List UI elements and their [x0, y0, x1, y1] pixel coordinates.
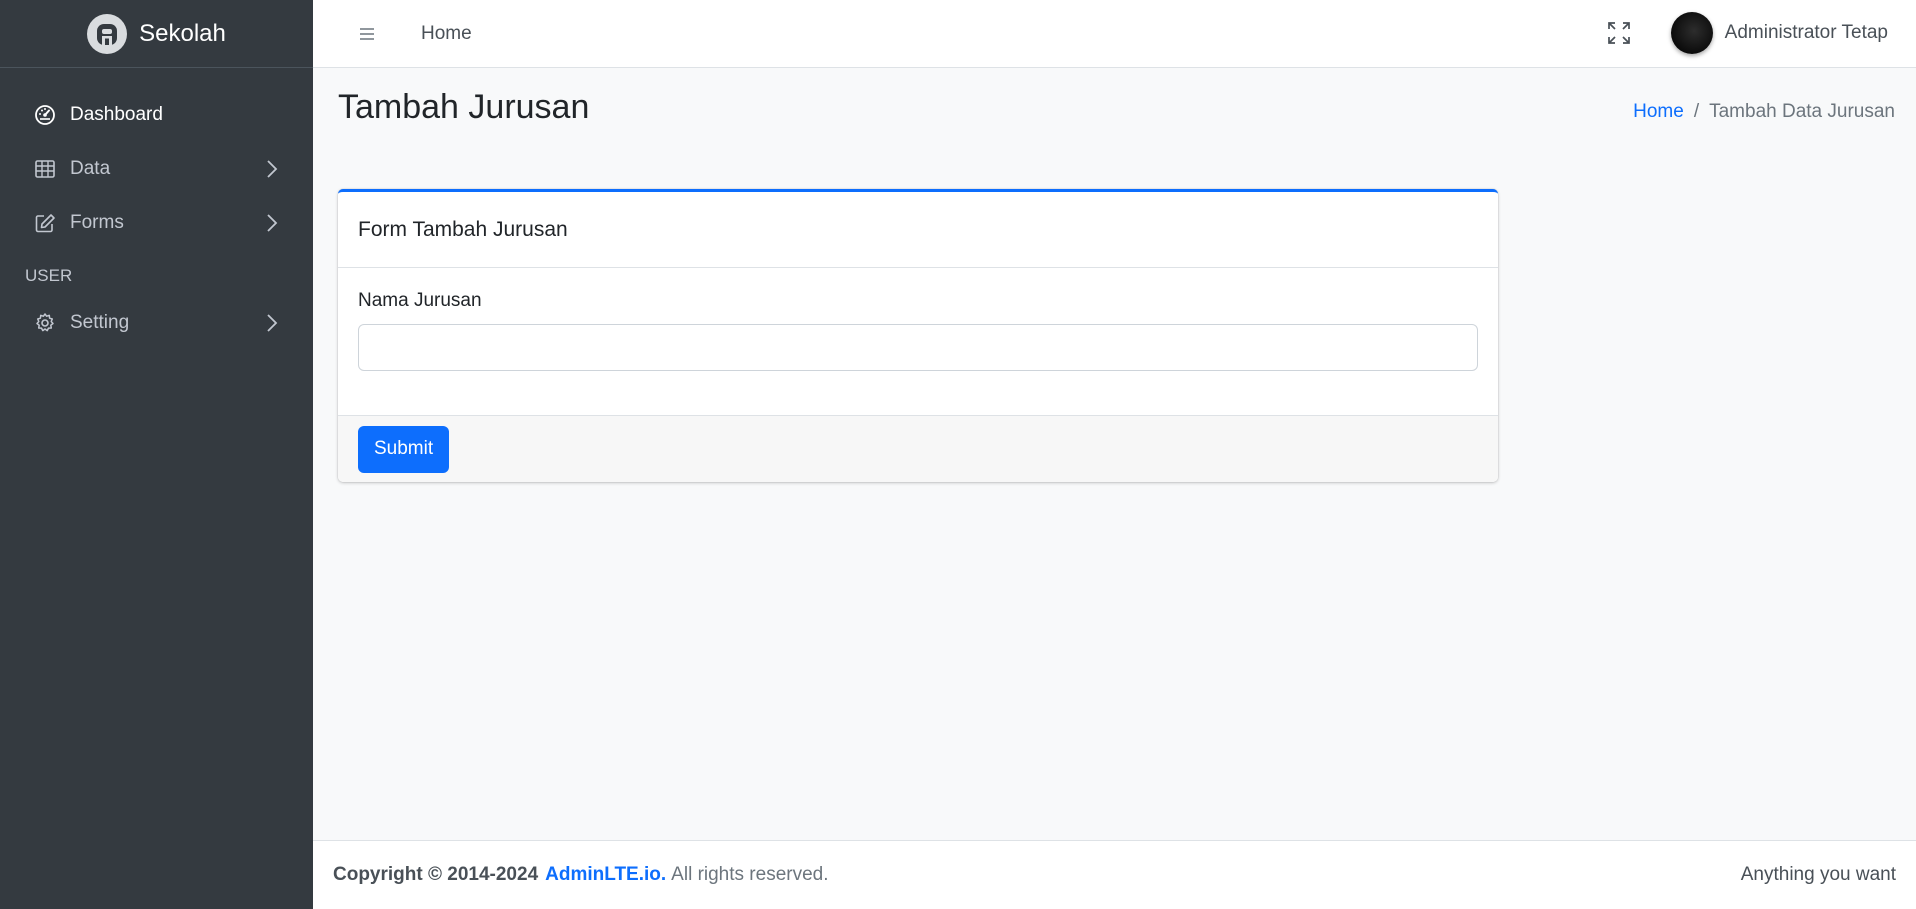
copyright-text: Copyright © 2014-2024	[333, 864, 539, 885]
sidebar-item-label: Dashboard	[70, 104, 163, 125]
form-card: Form Tambah Jurusan Nama Jurusan Submit	[338, 189, 1498, 482]
user-name: Administrator Tetap	[1724, 22, 1888, 43]
sidebar-item-dashboard[interactable]: Dashboard	[0, 88, 313, 142]
sidebar-nav: Dashboard Data Forms USER Setting	[0, 68, 313, 350]
breadcrumb-current: Tambah Data Jurusan	[1709, 101, 1895, 122]
card-body: Nama Jurusan	[338, 268, 1498, 415]
speedometer-icon	[34, 104, 56, 126]
chevron-right-icon	[267, 314, 278, 332]
nama-jurusan-label: Nama Jurusan	[358, 290, 482, 311]
sidebar-item-label: Data	[70, 158, 111, 179]
page-footer: Copyright © 2014-2024 AdminLTE.io. All r…	[313, 840, 1916, 909]
card-title: Form Tambah Jurusan	[338, 192, 1498, 268]
nama-jurusan-input[interactable]	[358, 324, 1478, 371]
hamburger-icon	[360, 27, 374, 40]
chevron-right-icon	[267, 160, 278, 178]
sidebar-item-label: Setting	[70, 312, 130, 333]
page-title: Tambah Jurusan	[338, 88, 590, 126]
rights-text: All rights reserved.	[671, 864, 829, 885]
adminlte-link[interactable]: AdminLTE.io.	[545, 864, 666, 886]
sidebar-toggle-button[interactable]	[347, 14, 387, 54]
fullscreen-icon	[1608, 22, 1630, 44]
sidebar-item-forms[interactable]: Forms	[0, 196, 313, 250]
gear-icon	[34, 312, 56, 334]
brand-link[interactable]: Sekolah	[0, 0, 313, 68]
footer-right-text: Anything you want	[1740, 864, 1896, 885]
submit-button[interactable]: Submit	[358, 425, 450, 473]
sidebar-item-setting[interactable]: Setting	[0, 296, 313, 350]
breadcrumb: Home / Tambah Data Jurusan	[1633, 101, 1895, 123]
sidebar: Sekolah Dashboard Data Forms USER Settin…	[0, 0, 313, 909]
adminlte-logo-icon	[87, 13, 128, 54]
top-navbar: Home Administrator Tetap	[313, 0, 1916, 68]
sidebar-header-user: USER	[25, 266, 73, 285]
table-icon	[34, 158, 56, 180]
fullscreen-button[interactable]	[1604, 18, 1634, 48]
sidebar-item-data[interactable]: Data	[0, 142, 313, 196]
user-menu[interactable]: Administrator Tetap	[1670, 8, 1888, 58]
brand-name: Sekolah	[139, 19, 226, 47]
chevron-right-icon	[267, 214, 278, 232]
sidebar-item-label: Forms	[70, 212, 124, 233]
breadcrumb-home-link[interactable]: Home	[1633, 101, 1684, 123]
avatar	[1670, 12, 1713, 54]
card-footer: Submit	[338, 415, 1498, 482]
top-home-link[interactable]: Home	[421, 23, 472, 45]
breadcrumb-separator: /	[1693, 101, 1700, 122]
pencil-square-icon	[34, 212, 56, 234]
